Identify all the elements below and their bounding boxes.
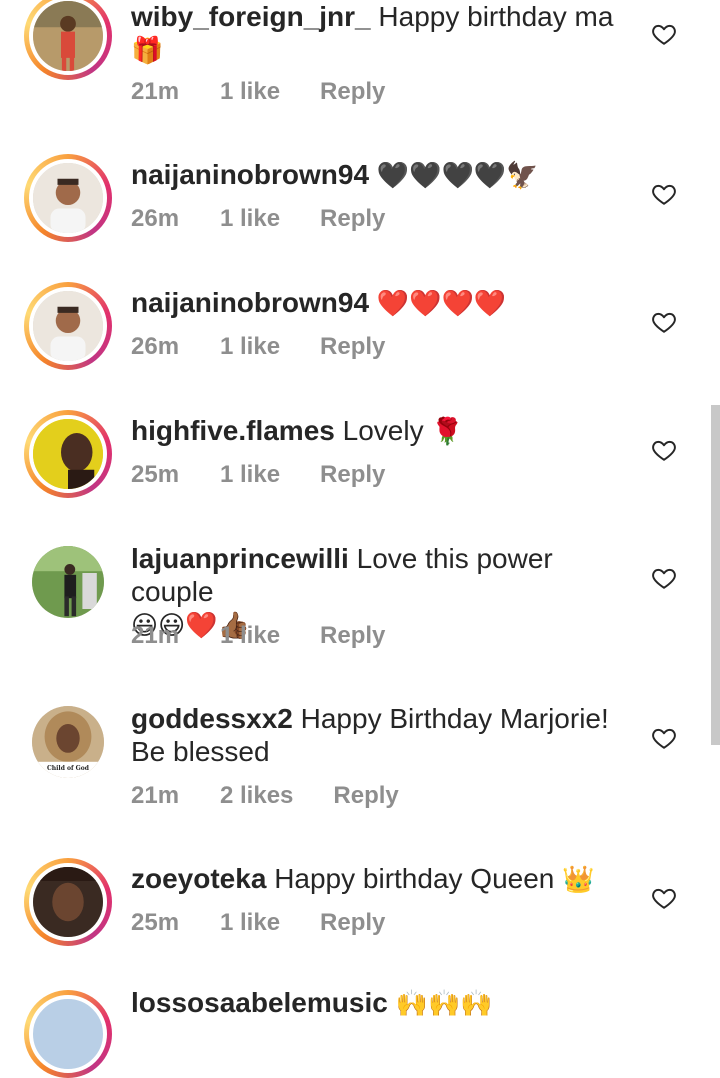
scrollbar[interactable] [711,405,720,745]
avatar[interactable] [24,410,112,498]
avatar-image [29,863,107,941]
comment-time: 21m [131,622,180,649]
comment-text-block: highfive.flames Lovely 🌹 [131,414,641,449]
comment-text: Lovely [342,415,424,446]
comment-time: 21m [131,782,180,809]
comment-likes[interactable]: 1 like [220,205,280,233]
comment-username[interactable]: lajuanprincewilli [131,543,349,574]
like-heart-icon[interactable] [651,725,677,751]
reply-button[interactable]: Reply [320,461,385,489]
avatar-image [29,287,107,365]
reply-button[interactable]: Reply [320,205,385,233]
comment-time: 21m [131,78,180,105]
comment-username[interactable]: naijaninobrown94 [131,159,369,190]
comment-username[interactable]: zoeyoteka [131,863,266,894]
avatar-image [29,415,107,493]
comment-likes[interactable]: 1 like [220,78,280,106]
avatar[interactable] [32,546,104,618]
comment-username[interactable]: wiby_foreign_jnr_ [131,1,371,32]
comment-text-block: wiby_foreign_jnr_ Happy birthday ma 🎁 [131,0,641,68]
comment-time: 26m [131,333,180,360]
like-heart-icon[interactable] [651,565,677,591]
comment-meta: 26m 1 like Reply [131,205,385,233]
like-heart-icon[interactable] [651,21,677,47]
comment-text-block: naijaninobrown94 ❤️❤️❤️❤️ [131,286,641,321]
comment-username[interactable]: goddessxx2 [131,703,293,734]
comment-meta: 26m 1 like Reply [131,333,385,361]
avatar-image [29,995,107,1073]
reply-button[interactable]: Reply [320,78,385,106]
avatar[interactable] [24,858,112,946]
comment-emoji: 🎁 [131,36,164,66]
comment-meta: 21m 1 like Reply [131,622,385,650]
comment-text-block: goddessxx2 Happy Birthday Marjorie! Be b… [131,702,611,768]
comment-meta: 25m 1 like Reply [131,909,385,937]
comment-likes[interactable]: 1 like [220,461,280,489]
comment-emoji: 🖤🖤🖤🖤🦅 [376,161,539,191]
comment-meta: 21m 1 like Reply [131,78,385,106]
avatar[interactable] [24,0,112,80]
avatar[interactable]: Child of God [32,706,104,778]
comment-likes[interactable]: 1 like [220,909,280,937]
reply-button[interactable]: Reply [320,333,385,361]
comment-likes[interactable]: 2 likes [220,782,293,810]
comment-text-block: lossosaabelemusic 🙌🙌🙌 [131,986,641,1021]
comment-emoji: 🌹 [431,417,464,447]
avatar[interactable] [24,990,112,1078]
comment-text-block: naijaninobrown94 🖤🖤🖤🖤🦅 [131,158,641,193]
comment-username[interactable]: highfive.flames [131,415,335,446]
like-heart-icon[interactable] [651,437,677,463]
avatar[interactable] [24,154,112,242]
comment-emoji: 👑 [562,865,595,895]
comment-emoji: ❤️❤️❤️❤️ [376,289,507,319]
comment-time: 25m [131,909,180,936]
comment-text: Happy birthday Queen [274,863,555,894]
like-heart-icon[interactable] [651,309,677,335]
comment-likes[interactable]: 1 like [220,622,280,650]
avatar-image [32,546,104,618]
comment-text: Happy birthday ma [378,1,614,32]
like-heart-icon[interactable] [651,885,677,911]
reply-button[interactable]: Reply [320,622,385,650]
comment-likes[interactable]: 1 like [220,333,280,361]
comment-meta: 25m 1 like Reply [131,461,385,489]
avatar-image [29,0,107,75]
avatar-image [29,159,107,237]
avatar-image: Child of God [32,706,104,778]
reply-button[interactable]: Reply [320,909,385,937]
comment-username[interactable]: naijaninobrown94 [131,287,369,318]
comment-time: 25m [131,461,180,488]
comment-emoji: 🙌🙌🙌 [395,989,493,1019]
comment-meta: 21m 2 likes Reply [131,782,399,810]
like-heart-icon[interactable] [651,181,677,207]
comment-username[interactable]: lossosaabelemusic [131,987,388,1018]
reply-button[interactable]: Reply [333,782,398,810]
avatar-badge-text: Child of God [47,765,89,772]
avatar[interactable] [24,282,112,370]
comment-text-block: zoeyoteka Happy birthday Queen 👑 [131,862,641,897]
comment-time: 26m [131,205,180,232]
